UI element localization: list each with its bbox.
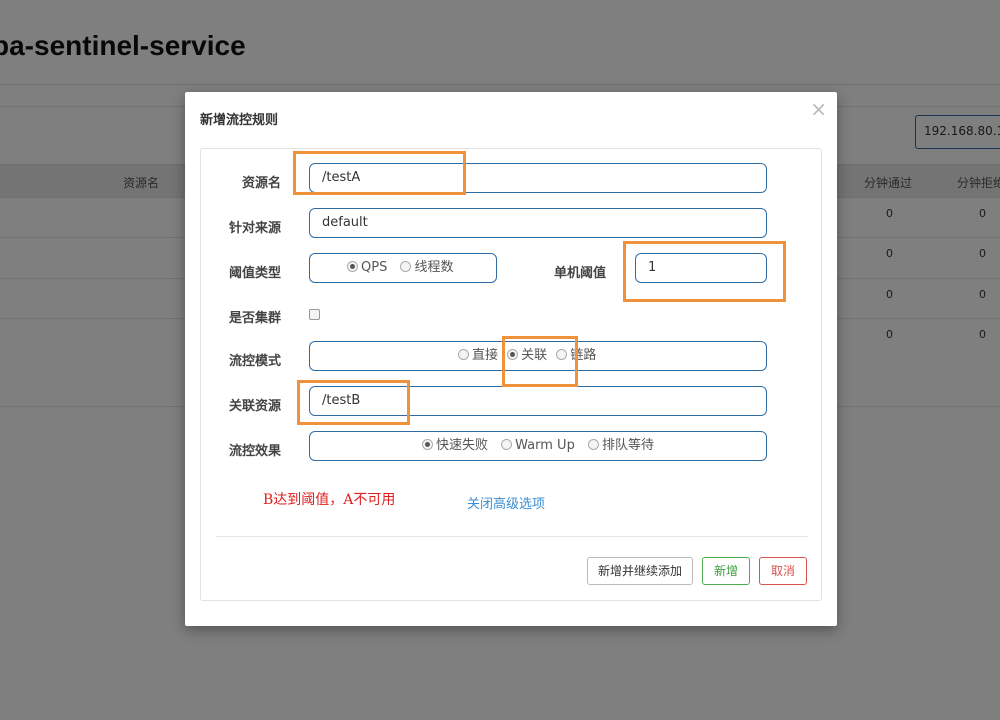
radio-selected-icon <box>422 439 433 450</box>
strategy-option-chain[interactable]: 链路 <box>556 342 596 370</box>
threshold-type-label: 阈值类型 <box>228 266 281 281</box>
radio-icon <box>501 439 513 450</box>
strategy-option-direct[interactable]: 直接 <box>458 342 498 370</box>
add-button[interactable]: 新增 <box>702 557 750 585</box>
close-icon[interactable]: × <box>810 97 827 121</box>
advanced-options-toggle[interactable]: 关闭高级选项 <box>467 493 545 512</box>
radio-selected-icon <box>507 349 519 360</box>
single-threshold-input[interactable]: 1 <box>635 253 767 283</box>
resource-name-label: 资源名 <box>241 176 281 191</box>
limit-app-label: 针对来源 <box>228 221 281 236</box>
radio-icon <box>587 439 599 450</box>
add-flow-rule-dialog: 新增流控规则 × 资源名 /testA 针对来源 default 阈值类型 QP… <box>185 92 837 626</box>
divider <box>216 536 808 537</box>
radio-icon <box>400 261 412 272</box>
control-behavior-option-queue[interactable]: 排队等待 <box>587 432 654 460</box>
add-and-continue-button[interactable]: 新增并继续添加 <box>587 557 693 585</box>
strategy-radio-group: 直接 关联 链路 <box>309 341 767 371</box>
cluster-mode-checkbox[interactable] <box>309 309 320 320</box>
annotation-note: B达到阈值，A不可用 <box>263 492 396 508</box>
single-threshold-label: 单机阈值 <box>553 266 606 281</box>
form-panel: 资源名 /testA 针对来源 default 阈值类型 QPS 线程数 单机阈… <box>200 148 822 601</box>
control-behavior-radio-group: 快速失败 Warm Up 排队等待 <box>309 431 767 461</box>
resource-name-input[interactable]: /testA <box>309 163 767 193</box>
cancel-button[interactable]: 取消 <box>759 557 807 585</box>
strategy-option-relate[interactable]: 关联 <box>507 342 547 370</box>
control-behavior-option-fast-fail[interactable]: 快速失败 <box>422 432 488 460</box>
threshold-type-option-qps[interactable]: QPS <box>347 254 387 282</box>
control-behavior-label: 流控效果 <box>228 444 281 459</box>
radio-icon <box>556 349 568 360</box>
dialog-title: 新增流控规则 <box>200 113 279 128</box>
threshold-type-radio-group: QPS 线程数 <box>309 253 497 283</box>
ref-resource-label: 关联资源 <box>228 399 281 414</box>
control-behavior-option-warm-up[interactable]: Warm Up <box>501 432 575 460</box>
ref-resource-input[interactable]: /testB <box>309 386 767 416</box>
cluster-mode-label: 是否集群 <box>228 311 281 326</box>
threshold-type-option-thread[interactable]: 线程数 <box>400 254 453 282</box>
strategy-label: 流控模式 <box>228 354 281 369</box>
radio-icon <box>458 349 469 360</box>
limit-app-input[interactable]: default <box>309 208 767 238</box>
radio-selected-icon <box>347 261 358 272</box>
